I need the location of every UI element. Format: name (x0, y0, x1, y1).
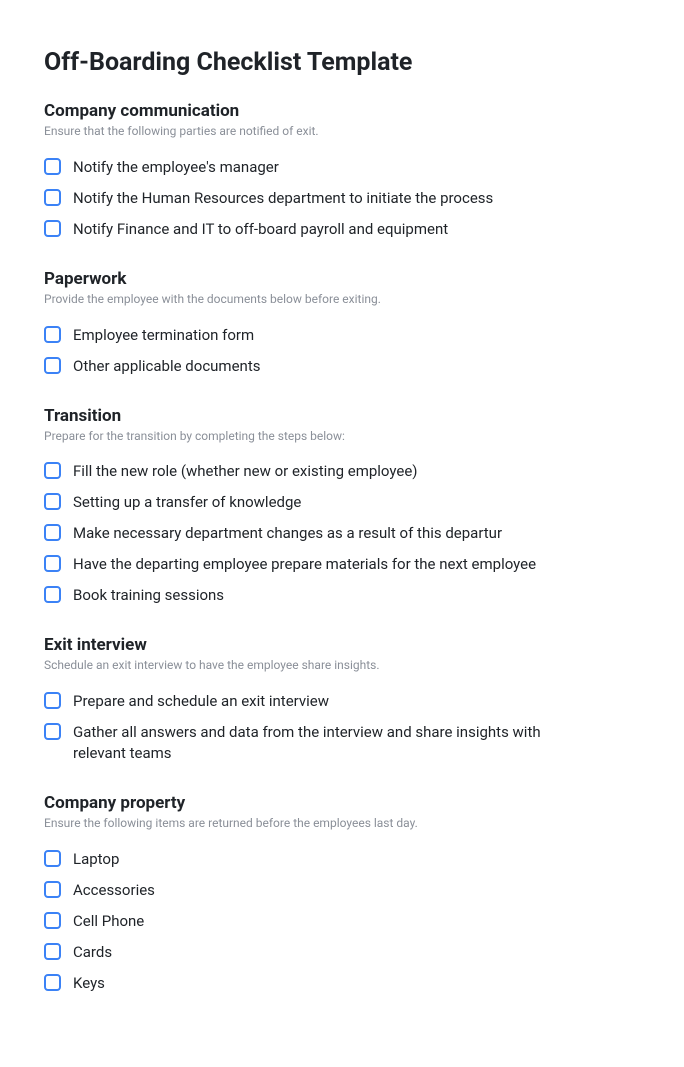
list-item: Setting up a transfer of knowledge (44, 487, 640, 518)
checkbox[interactable] (44, 462, 61, 479)
section: Transition Prepare for the transition by … (44, 406, 640, 612)
section-description: Ensure the following items are returned … (44, 815, 640, 832)
list-item: Fill the new role (whether new or existi… (44, 456, 640, 487)
checkbox-label: Keys (73, 973, 105, 994)
checkbox-label: Employee termination form (73, 325, 254, 346)
checkbox-label: Cards (73, 942, 112, 963)
list-item: Notify the Human Resources department to… (44, 183, 640, 214)
list-item: Accessories (44, 875, 640, 906)
checkbox[interactable] (44, 974, 61, 991)
list-item: Keys (44, 968, 640, 999)
page-title: Off-Boarding Checklist Template (44, 48, 640, 77)
section: Exit interview Schedule an exit interview… (44, 635, 640, 769)
checkbox-label: Cell Phone (73, 911, 144, 932)
checkbox[interactable] (44, 220, 61, 237)
checkbox-label: Prepare and schedule an exit interview (73, 691, 329, 712)
checkbox[interactable] (44, 881, 61, 898)
checkbox-label: Book training sessions (73, 585, 224, 606)
list-item: Gather all answers and data from the int… (44, 717, 640, 769)
list-item: Notify the employee's manager (44, 152, 640, 183)
checkbox[interactable] (44, 524, 61, 541)
section: Company communication Ensure that the fol… (44, 101, 640, 245)
checkbox-label: Fill the new role (whether new or existi… (73, 461, 418, 482)
list-item: Cards (44, 937, 640, 968)
checkbox[interactable] (44, 912, 61, 929)
section: Paperwork Provide the employee with the d… (44, 269, 640, 382)
list-item: Have the departing employee prepare mate… (44, 549, 640, 580)
checkbox[interactable] (44, 158, 61, 175)
checkbox[interactable] (44, 586, 61, 603)
list-item: Employee termination form (44, 320, 640, 351)
section-heading: Paperwork (44, 269, 640, 289)
list-item: Book training sessions (44, 580, 640, 611)
checkbox-label: Make necessary department changes as a r… (73, 523, 502, 544)
section-description: Prepare for the transition by completing… (44, 428, 640, 445)
checkbox[interactable] (44, 723, 61, 740)
checkbox-label: Setting up a transfer of knowledge (73, 492, 301, 513)
checkbox[interactable] (44, 189, 61, 206)
section-description: Ensure that the following parties are no… (44, 123, 640, 140)
checkbox[interactable] (44, 943, 61, 960)
section-heading: Transition (44, 406, 640, 426)
list-item: Other applicable documents (44, 351, 640, 382)
section: Company property Ensure the following ite… (44, 793, 640, 999)
section-heading: Exit interview (44, 635, 640, 655)
checkbox[interactable] (44, 357, 61, 374)
checkbox[interactable] (44, 850, 61, 867)
section-heading: Company communication (44, 101, 640, 121)
checkbox[interactable] (44, 493, 61, 510)
checkbox-label: Laptop (73, 849, 119, 870)
checkbox-label: Notify the employee's manager (73, 157, 279, 178)
checkbox[interactable] (44, 326, 61, 343)
checkbox[interactable] (44, 555, 61, 572)
section-heading: Company property (44, 793, 640, 813)
list-item: Laptop (44, 844, 640, 875)
section-description: Schedule an exit interview to have the e… (44, 657, 640, 674)
checkbox[interactable] (44, 692, 61, 709)
list-item: Notify Finance and IT to off-board payro… (44, 214, 640, 245)
sections-container: Company communication Ensure that the fol… (44, 101, 640, 999)
checkbox-label: Notify the Human Resources department to… (73, 188, 493, 209)
list-item: Prepare and schedule an exit interview (44, 686, 640, 717)
checkbox-label: Other applicable documents (73, 356, 260, 377)
checkbox-label: Notify Finance and IT to off-board payro… (73, 219, 448, 240)
checkbox-label: Accessories (73, 880, 155, 901)
checkbox-label: Gather all answers and data from the int… (73, 722, 593, 764)
checkbox-label: Have the departing employee prepare mate… (73, 554, 536, 575)
list-item: Cell Phone (44, 906, 640, 937)
list-item: Make necessary department changes as a r… (44, 518, 640, 549)
section-description: Provide the employee with the documents … (44, 291, 640, 308)
